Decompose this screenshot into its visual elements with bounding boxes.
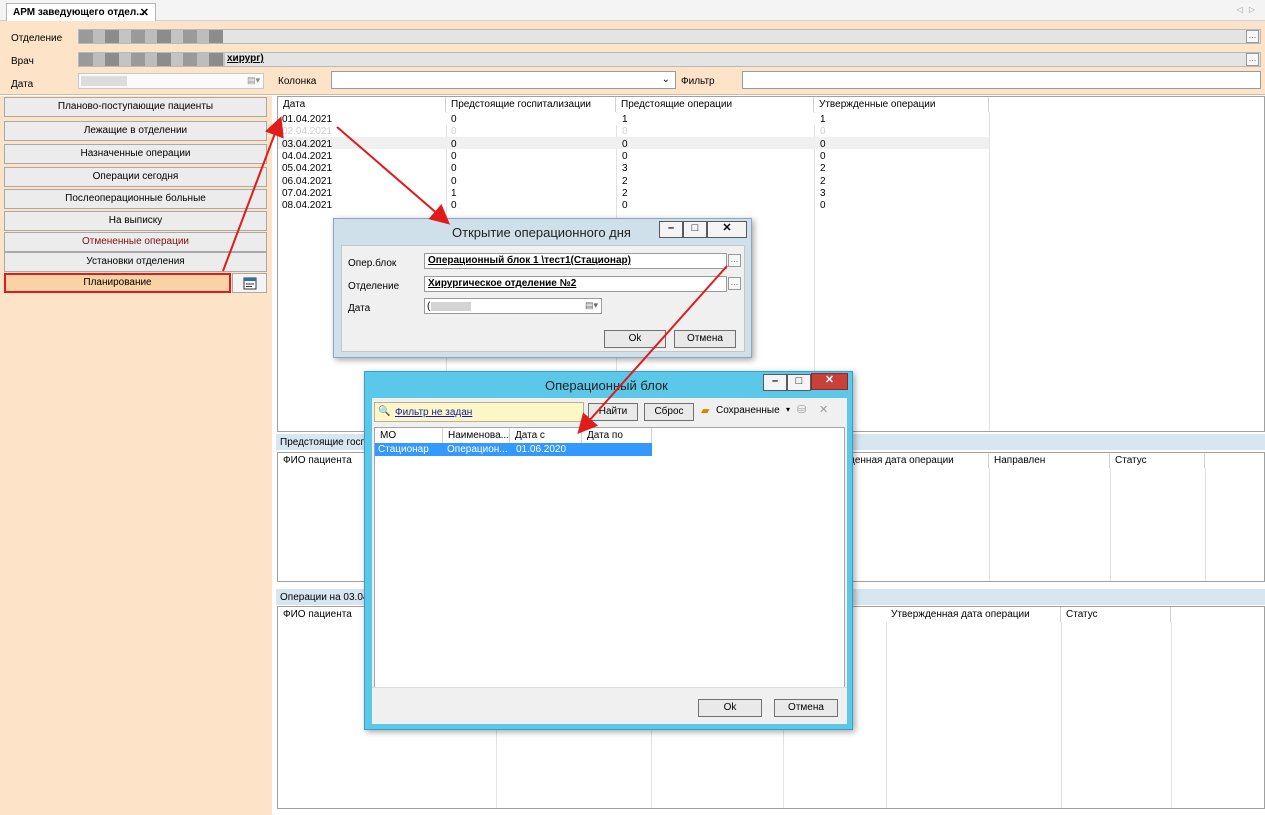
arrow-planning-to-date xyxy=(222,116,284,272)
arrow-picker-to-block xyxy=(577,265,728,434)
arrow-date-to-dialog xyxy=(336,126,451,225)
app-window: АРМ заведующего отдел... ✕ ◁ ▷ Отделение… xyxy=(0,0,1265,815)
annotation-arrows xyxy=(222,116,728,434)
